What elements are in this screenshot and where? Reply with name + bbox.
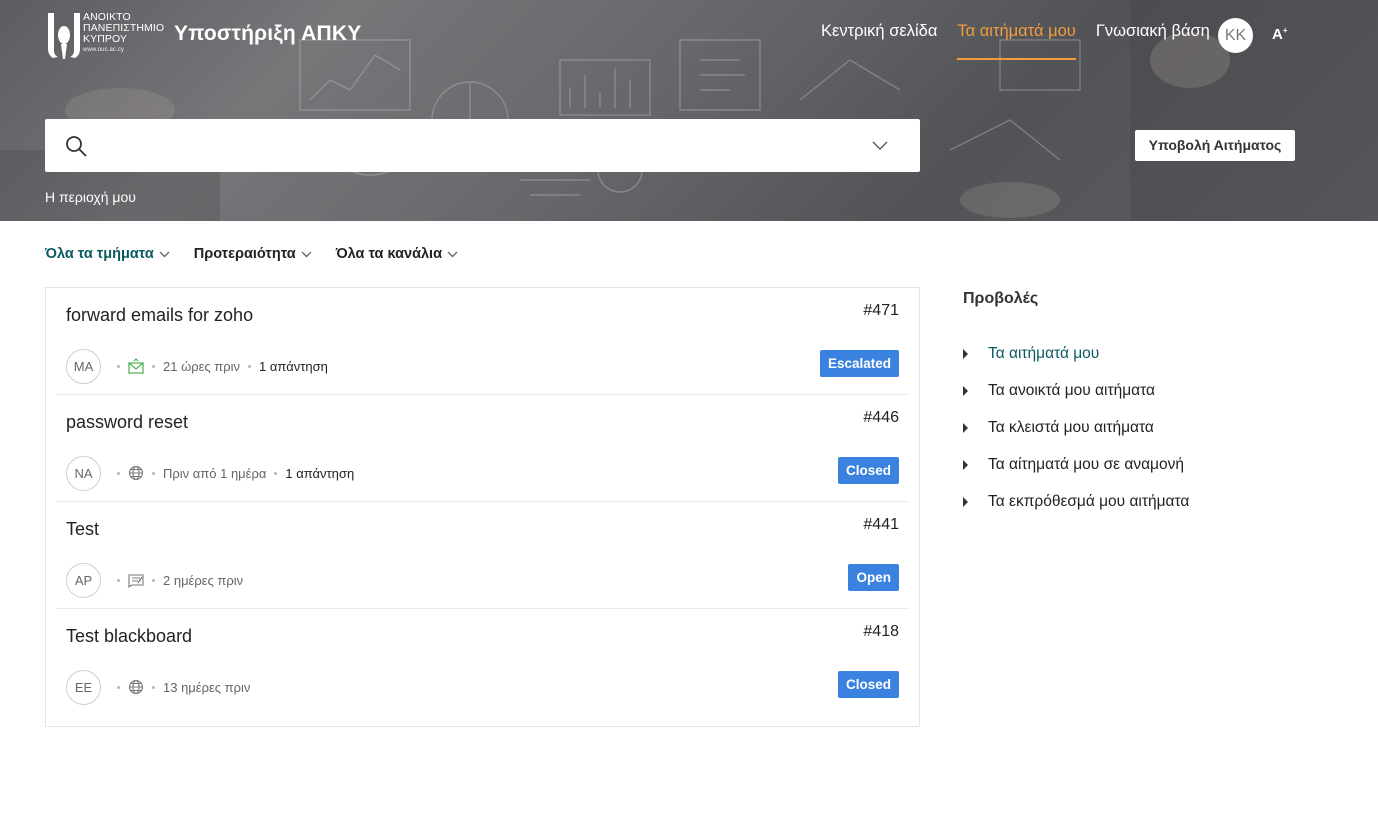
ticket-subject[interactable]: Test bbox=[66, 519, 99, 540]
caret-right-icon bbox=[963, 496, 968, 507]
user-avatar[interactable]: KK bbox=[1218, 18, 1253, 53]
form-icon bbox=[128, 574, 144, 588]
ticket-number: #441 bbox=[863, 516, 899, 533]
filter-bar: Όλα τα τμήματα Προτεραιότητα Όλα τα κανά… bbox=[45, 246, 482, 262]
font-size-button[interactable]: A+ bbox=[1272, 26, 1288, 43]
ticket-avatar: AP bbox=[66, 562, 101, 598]
view-label: Τα ανοικτά μου αιτήματα bbox=[988, 381, 1155, 399]
ticket-avatar: EE bbox=[66, 669, 101, 705]
ticket-meta: EE 13 ημέρες πριν bbox=[66, 669, 251, 705]
ticket-row[interactable]: forward emails for zoho #471 MA 21 ώρες … bbox=[56, 288, 909, 395]
filter-channels[interactable]: Όλα τα κανάλια bbox=[336, 246, 458, 262]
logo-url: www.ouc.ac.cy bbox=[83, 47, 124, 53]
email-icon bbox=[128, 358, 144, 374]
ticket-number: #418 bbox=[863, 623, 899, 640]
site-title[interactable]: Υποστήριξη ΑΠΚΥ bbox=[174, 22, 361, 46]
font-size-label: A bbox=[1272, 26, 1283, 43]
status-badge: Closed bbox=[837, 457, 899, 484]
ticket-avatar: MA bbox=[66, 348, 101, 384]
breadcrumb[interactable]: Η περιοχή μου bbox=[45, 189, 136, 205]
caret-right-icon bbox=[963, 385, 968, 396]
ticket-row[interactable]: Test blackboard #418 EE 13 ημέρες πριν C… bbox=[56, 609, 909, 716]
search-box bbox=[45, 119, 920, 172]
status-badge: Closed bbox=[837, 671, 899, 698]
web-icon bbox=[128, 465, 144, 481]
view-label: Τα κλειστά μου αιτήματα bbox=[988, 418, 1154, 436]
view-my-requests[interactable]: Τα αιτήματά μου bbox=[963, 335, 1323, 372]
ticket-number: #471 bbox=[863, 302, 899, 319]
main-nav: Κεντρική σελίδα Τα αιτήματά μου Γνωσιακή… bbox=[821, 22, 1230, 60]
font-size-plus-icon: + bbox=[1282, 26, 1288, 35]
ticket-meta: NA Πριν από 1 ημέρα 1 απάντηση bbox=[66, 455, 354, 491]
views-list: Τα αιτήματά μου Τα ανοικτά μου αιτήματα … bbox=[963, 335, 1323, 520]
caret-right-icon bbox=[963, 422, 968, 433]
status-badge: Escalated bbox=[819, 350, 899, 377]
ticket-time: Πριν από 1 ημέρα bbox=[163, 465, 267, 481]
ticket-row[interactable]: Test #441 AP 2 ημέρες πριν Open bbox=[56, 502, 909, 609]
chevron-down-icon bbox=[159, 251, 170, 257]
filter-priority-label: Προτεραιότητα bbox=[193, 246, 296, 262]
caret-right-icon bbox=[963, 459, 968, 470]
ticket-list: forward emails for zoho #471 MA 21 ώρες … bbox=[45, 287, 920, 727]
status-badge: Open bbox=[848, 564, 899, 591]
view-closed-requests[interactable]: Τα κλειστά μου αιτήματα bbox=[963, 409, 1323, 446]
web-icon bbox=[128, 679, 144, 695]
ticket-number: #446 bbox=[863, 409, 899, 426]
search-icon[interactable] bbox=[65, 135, 87, 157]
ticket-meta: AP 2 ημέρες πριν bbox=[66, 562, 244, 598]
nav-knowledge-base[interactable]: Γνωσιακή βάση bbox=[1096, 22, 1210, 60]
view-on-hold-requests[interactable]: Τα αίτηματά μου σε αναμονή bbox=[963, 446, 1323, 483]
views-title: Προβολές bbox=[963, 290, 1039, 307]
view-open-requests[interactable]: Τα ανοικτά μου αιτήματα bbox=[963, 372, 1323, 409]
ticket-replies[interactable]: 1 απάντηση bbox=[259, 359, 328, 374]
ticket-subject[interactable]: forward emails for zoho bbox=[66, 305, 253, 326]
view-label: Τα εκπρόθεσμά μου αιτήματα bbox=[988, 492, 1190, 510]
ticket-row[interactable]: password reset #446 NA Πριν από 1 ημέρα … bbox=[56, 395, 909, 502]
ticket-avatar: NA bbox=[66, 455, 101, 491]
ticket-meta: MA 21 ώρες πριν 1 απάντηση bbox=[66, 348, 328, 384]
filter-departments[interactable]: Όλα τα τμήματα bbox=[45, 246, 170, 262]
caret-right-icon bbox=[963, 348, 968, 359]
submit-request-button[interactable]: Υποβολή Αιτήματος bbox=[1135, 130, 1295, 161]
filter-channels-label: Όλα τα κανάλια bbox=[335, 246, 443, 262]
view-label: Τα αιτήματά μου bbox=[988, 344, 1100, 362]
filter-departments-label: Όλα τα τμήματα bbox=[45, 246, 154, 262]
nav-my-requests[interactable]: Τα αιτήματά μου bbox=[957, 22, 1077, 60]
ticket-subject[interactable]: password reset bbox=[66, 412, 188, 433]
chevron-down-icon[interactable] bbox=[872, 139, 888, 151]
chevron-down-icon bbox=[301, 251, 312, 257]
chevron-down-icon bbox=[447, 251, 458, 257]
ticket-time: 21 ώρες πριν bbox=[163, 358, 241, 374]
ticket-time: 13 ημέρες πριν bbox=[163, 679, 251, 695]
filter-priority[interactable]: Προτεραιότητα bbox=[194, 246, 312, 262]
ticket-subject[interactable]: Test blackboard bbox=[66, 626, 192, 647]
nav-home[interactable]: Κεντρική σελίδα bbox=[821, 22, 937, 60]
university-logo-text: ΑΝΟΙΚΤΟ ΠΑΝΕΠΙΣΤΗΜΙΟ ΚΥΠΡΟΥ www.ouc.ac.c… bbox=[83, 12, 164, 55]
logo-line-3: ΚΥΠΡΟΥ bbox=[83, 33, 128, 45]
ticket-replies[interactable]: 1 απάντηση bbox=[285, 466, 354, 481]
ticket-time: 2 ημέρες πριν bbox=[163, 572, 244, 588]
view-overdue-requests[interactable]: Τα εκπρόθεσμά μου αιτήματα bbox=[963, 483, 1323, 520]
views-panel: Προβολές Τα αιτήματά μου Τα ανοικτά μου … bbox=[963, 290, 1323, 520]
view-label: Τα αίτηματά μου σε αναμονή bbox=[988, 455, 1184, 473]
search-input[interactable] bbox=[105, 129, 865, 162]
